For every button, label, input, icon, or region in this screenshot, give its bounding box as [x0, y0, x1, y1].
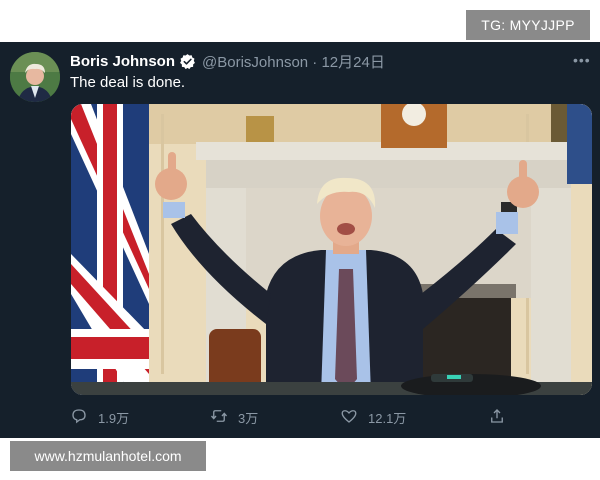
watermark-top: TG: MYYJJPP	[466, 10, 590, 40]
retweet-count: 3万	[238, 410, 259, 426]
heart-icon	[340, 407, 358, 428]
tweet-card[interactable]: Boris Johnson @BorisJohnson · 12月24日 •••…	[0, 42, 600, 438]
retweet-button[interactable]: 3万	[210, 405, 258, 429]
reply-button[interactable]: 1.9万	[70, 405, 129, 429]
tweet-photo[interactable]	[71, 104, 592, 395]
tweet-text: The deal is done.	[70, 74, 186, 91]
author-name[interactable]: Boris Johnson	[70, 53, 175, 70]
author-row: Boris Johnson @BorisJohnson · 12月24日	[70, 50, 385, 72]
reply-icon	[70, 407, 88, 428]
verified-badge-icon	[179, 53, 196, 70]
handle-and-date[interactable]: @BorisJohnson · 12月24日	[202, 51, 385, 72]
like-count: 12.1万	[368, 410, 407, 426]
more-options-icon[interactable]: •••	[573, 52, 591, 68]
tweet-actions: 1.9万 3万 12.1万	[70, 405, 510, 429]
watermark-bottom: www.hzmulanhotel.com	[10, 441, 206, 471]
like-button[interactable]: 12.1万	[340, 405, 406, 429]
share-button[interactable]	[488, 405, 506, 429]
retweet-icon	[210, 407, 228, 428]
share-icon	[488, 407, 506, 428]
avatar[interactable]	[10, 52, 60, 102]
reply-count: 1.9万	[98, 410, 130, 426]
